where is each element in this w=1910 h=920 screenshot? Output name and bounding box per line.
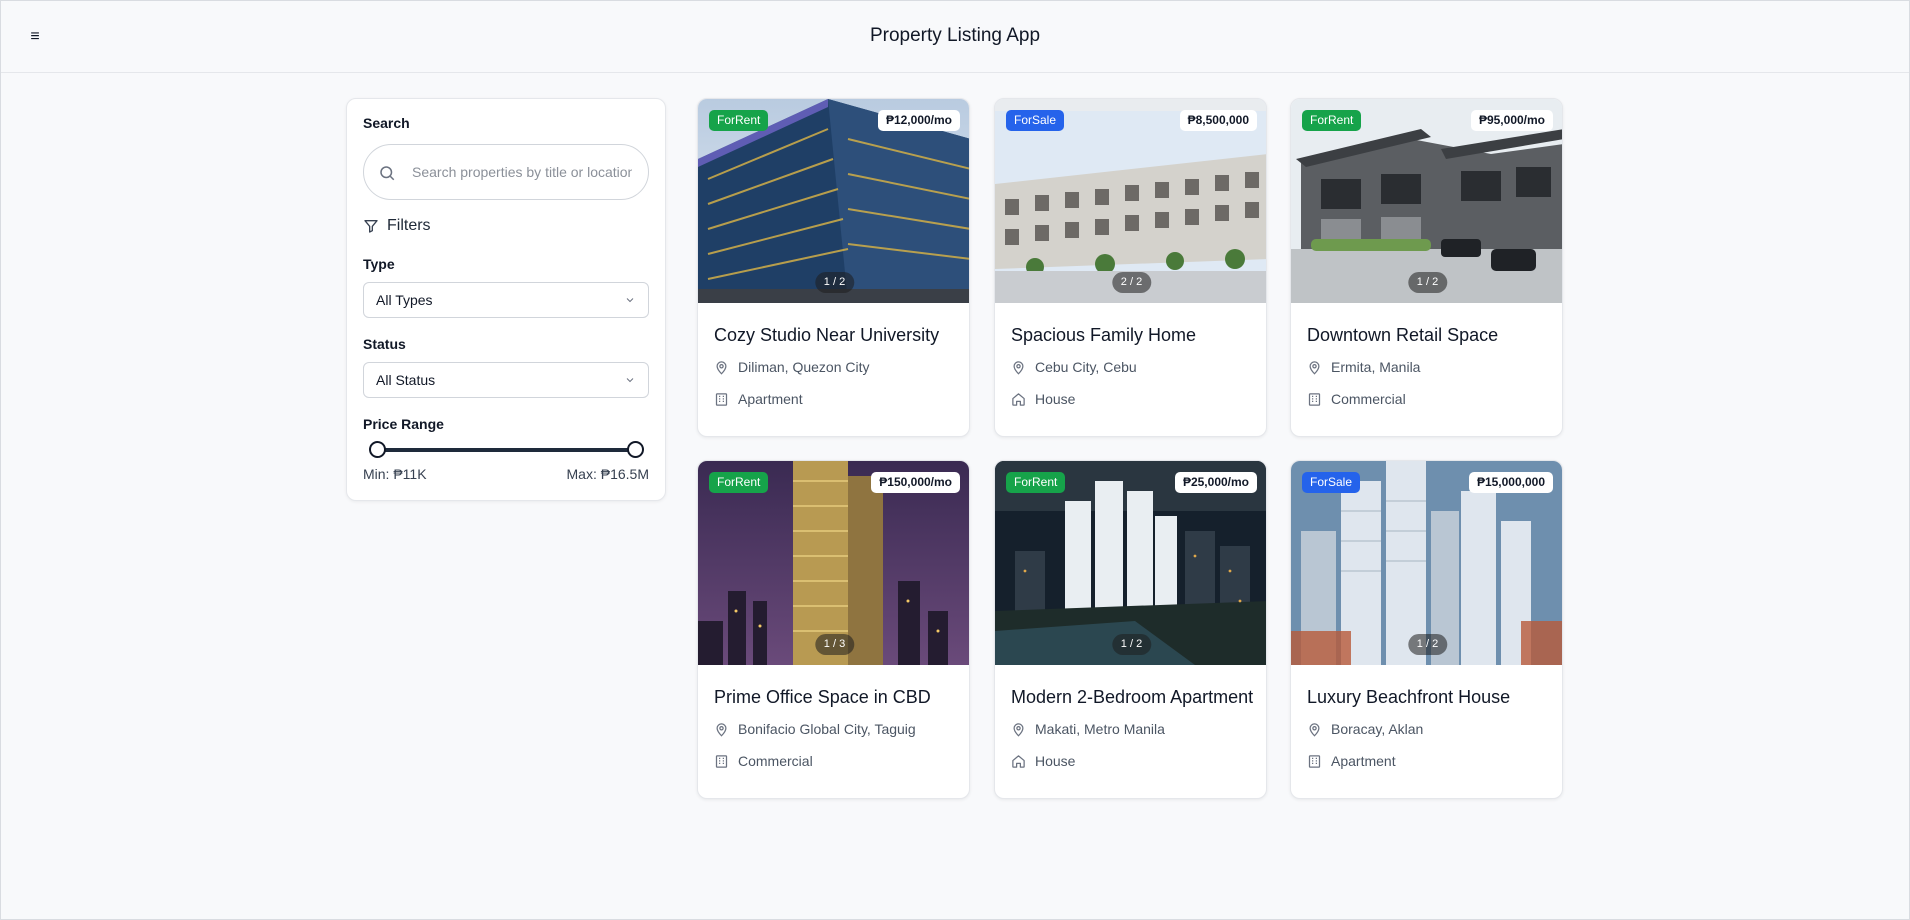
- location-text: Makati, Metro Manila: [1035, 721, 1165, 737]
- listing-title: Downtown Retail Space: [1307, 325, 1499, 345]
- listing-type: Apartment: [1307, 753, 1396, 769]
- filters-heading: Filters: [363, 217, 431, 235]
- location-text: Ermita, Manila: [1331, 359, 1421, 375]
- map-pin-icon: [716, 360, 727, 375]
- map-pin-icon: [1309, 360, 1320, 375]
- location-text: Cebu City, Cebu: [1035, 359, 1137, 375]
- image-counter: 1 / 3: [814, 634, 855, 655]
- filter-icon: [364, 220, 378, 233]
- price-badge: ₱12,000/mo: [877, 110, 960, 131]
- image-counter: 1 / 2: [1407, 272, 1448, 293]
- search-input[interactable]: [412, 153, 632, 191]
- house-icon: [1012, 754, 1025, 768]
- building-icon: [715, 392, 728, 406]
- listing-card[interactable]: ForSale ₱8,500,000 2 / 2 Spacious Family…: [994, 98, 1267, 437]
- image-counter: 1 / 2: [1407, 634, 1448, 655]
- map-pin-icon: [1013, 360, 1024, 375]
- type-text: House: [1035, 391, 1076, 407]
- image-counter: 2 / 2: [1111, 272, 1152, 293]
- price-range-label: Price Range: [363, 416, 444, 432]
- listing-photo[interactable]: ForRent ₱150,000/mo 1 / 3: [698, 461, 969, 665]
- price-slider-track[interactable]: [377, 448, 635, 452]
- search-box[interactable]: [363, 144, 649, 200]
- app-title: Property Listing App: [869, 25, 1041, 46]
- listing-location: Diliman, Quezon City: [714, 359, 870, 375]
- listing-photo[interactable]: ForSale ₱15,000,000 1 / 2: [1291, 461, 1562, 665]
- listing-photo[interactable]: ForSale ₱8,500,000 2 / 2: [995, 99, 1266, 303]
- listing-type: Apartment: [714, 391, 803, 407]
- map-pin-icon: [1309, 722, 1320, 737]
- listing-title: Modern 2-Bedroom Apartment: [1011, 687, 1254, 707]
- building-icon: [715, 754, 728, 768]
- listing-title: Prime Office Space in CBD: [714, 687, 931, 707]
- type-text: Apartment: [1331, 753, 1396, 769]
- type-text: Commercial: [738, 753, 813, 769]
- filter-sidebar: Search Filters Type All Types Status All…: [346, 98, 666, 501]
- status-badge: ForRent: [1006, 472, 1066, 493]
- house-icon: [1012, 392, 1025, 406]
- status-select[interactable]: All Status: [363, 362, 649, 398]
- type-text: House: [1035, 753, 1076, 769]
- type-text: Apartment: [738, 391, 803, 407]
- type-select[interactable]: All Types: [363, 282, 649, 318]
- location-text: Boracay, Aklan: [1331, 721, 1424, 737]
- listing-card[interactable]: ForRent ₱25,000/mo 1 / 2 Modern 2-Bedroo…: [994, 460, 1267, 799]
- listing-photo[interactable]: ForRent ₱12,000/mo 1 / 2: [698, 99, 969, 303]
- price-range-values: Min: ₱11K Max: ₱16.5M: [363, 466, 649, 482]
- search-label: Search: [363, 115, 410, 131]
- price-min-text: Min: ₱11K: [363, 466, 427, 482]
- listing-title: Cozy Studio Near University: [714, 325, 940, 345]
- listing-location: Makati, Metro Manila: [1011, 721, 1165, 737]
- status-badge: ForSale: [1302, 472, 1361, 493]
- listing-card[interactable]: ForSale ₱15,000,000 1 / 2 Luxury Beachfr…: [1290, 460, 1563, 799]
- price-max-text: Max: ₱16.5M: [566, 466, 649, 482]
- chevron-down-icon: [626, 298, 634, 303]
- map-pin-icon: [1013, 722, 1024, 737]
- listing-type: House: [1011, 391, 1075, 407]
- type-select-value: All Types: [376, 292, 433, 308]
- location-text: Bonifacio Global City, Taguig: [738, 721, 916, 737]
- filters-label: Filters: [387, 217, 431, 234]
- top-bar: ≡ Property Listing App: [1, 1, 1909, 73]
- image-counter: 1 / 2: [1111, 634, 1152, 655]
- listing-title: Spacious Family Home: [1011, 325, 1197, 345]
- price-slider-min-handle[interactable]: [368, 441, 386, 458]
- price-badge: ₱25,000/mo: [1174, 472, 1257, 493]
- listing-type: House: [1011, 753, 1075, 769]
- listing-photo[interactable]: ForRent ₱95,000/mo 1 / 2: [1291, 99, 1562, 303]
- listing-type: Commercial: [714, 753, 813, 769]
- price-badge: ₱8,500,000: [1179, 110, 1257, 131]
- listing-title: Luxury Beachfront House: [1307, 687, 1511, 707]
- status-badge: ForRent: [709, 472, 769, 493]
- building-icon: [1308, 754, 1321, 768]
- listing-location: Bonifacio Global City, Taguig: [714, 721, 916, 737]
- status-label: Status: [363, 336, 406, 352]
- building-icon: [1308, 392, 1321, 406]
- price-badge: ₱150,000/mo: [871, 472, 960, 493]
- search-icon: [380, 166, 395, 181]
- price-slider-max-handle[interactable]: [626, 441, 644, 458]
- listing-location: Cebu City, Cebu: [1011, 359, 1137, 375]
- status-badge: ForRent: [1302, 110, 1362, 131]
- listing-location: Ermita, Manila: [1307, 359, 1420, 375]
- chevron-down-icon: [626, 378, 634, 383]
- listing-location: Boracay, Aklan: [1307, 721, 1423, 737]
- image-counter: 1 / 2: [814, 272, 855, 293]
- status-select-value: All Status: [376, 372, 436, 388]
- status-badge: ForSale: [1006, 110, 1065, 131]
- location-text: Diliman, Quezon City: [738, 359, 870, 375]
- type-text: Commercial: [1331, 391, 1406, 407]
- listing-type: Commercial: [1307, 391, 1406, 407]
- price-badge: ₱95,000/mo: [1470, 110, 1553, 131]
- price-badge: ₱15,000,000: [1468, 472, 1553, 493]
- type-label: Type: [363, 256, 395, 272]
- listing-card[interactable]: ForRent ₱95,000/mo 1 / 2 Downtown Retail…: [1290, 98, 1563, 437]
- listing-card[interactable]: ForRent ₱150,000/mo 1 / 3 Prime Office S…: [697, 460, 970, 799]
- status-badge: ForRent: [709, 110, 769, 131]
- listing-card[interactable]: ForRent ₱12,000/mo 1 / 2 Cozy Studio Nea…: [697, 98, 970, 437]
- listing-photo[interactable]: ForRent ₱25,000/mo 1 / 2: [995, 461, 1266, 665]
- map-pin-icon: [716, 722, 727, 737]
